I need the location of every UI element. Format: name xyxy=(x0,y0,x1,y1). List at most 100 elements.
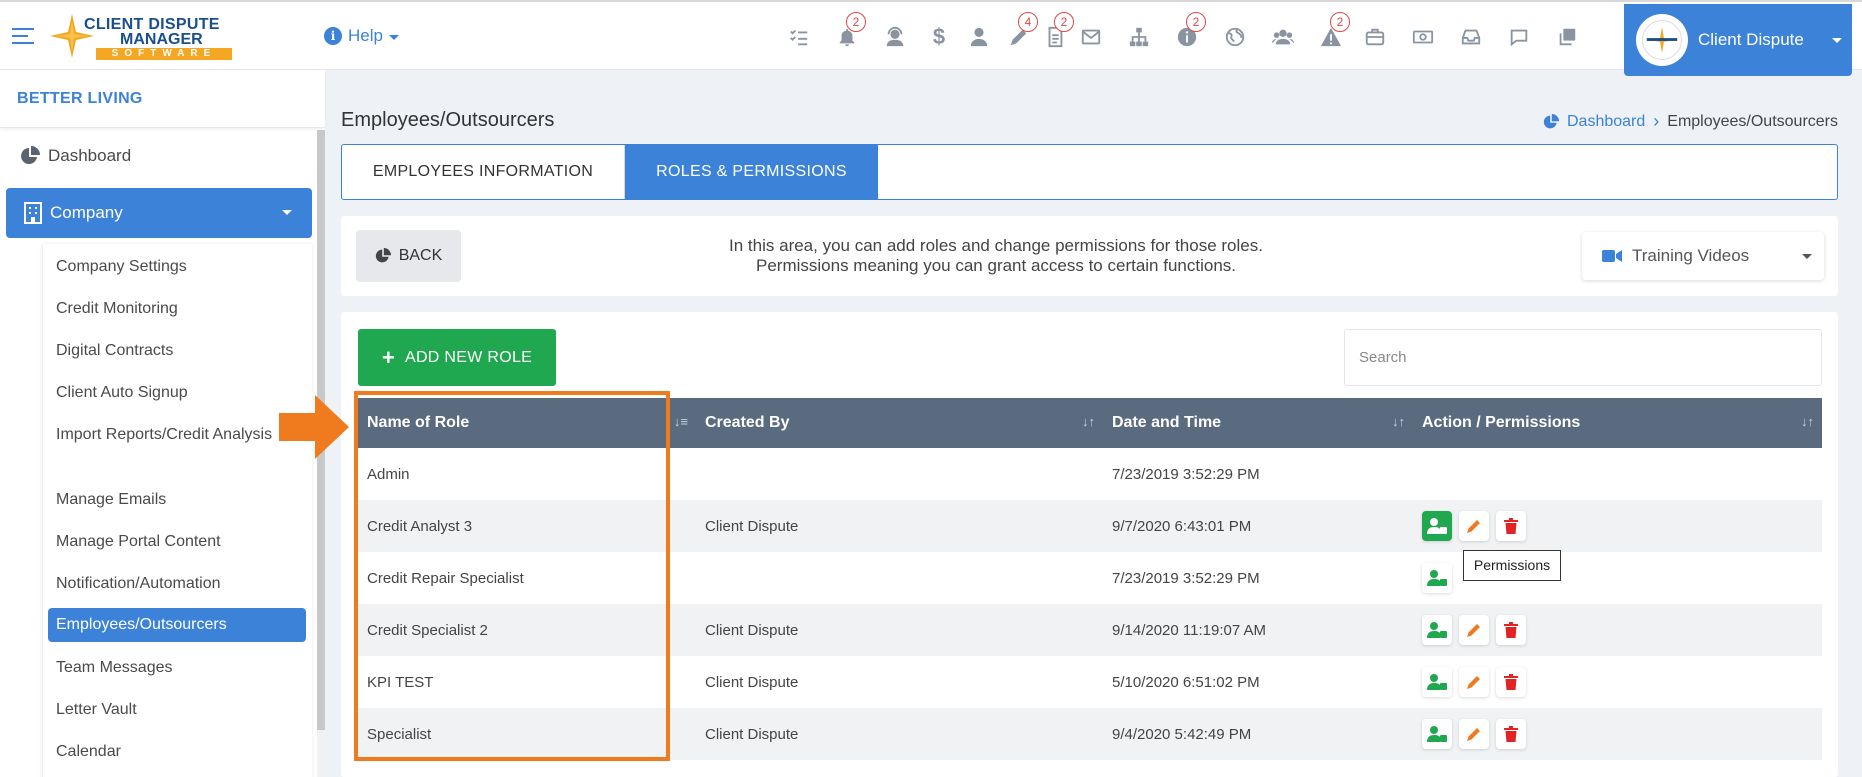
column-header-date[interactable]: Date and Time ↓↑ xyxy=(1103,398,1413,448)
submenu-item-notification-automation[interactable]: Notification/Automation xyxy=(56,573,301,595)
user-name: Client Dispute xyxy=(1698,30,1804,49)
sort-icon[interactable]: ↓↑ xyxy=(1392,414,1405,429)
column-header-actions[interactable]: Action / Permissions ↓↑ xyxy=(1413,398,1822,448)
sort-icon[interactable]: ↓≡ xyxy=(674,414,688,429)
submenu-item-company-settings[interactable]: Company Settings xyxy=(56,256,301,278)
user-icon[interactable] xyxy=(964,22,994,52)
trash-icon xyxy=(1504,622,1518,638)
delete-button[interactable] xyxy=(1496,719,1526,749)
breadcrumb: Dashboard › Employees/Outsourcers xyxy=(1543,111,1838,132)
permissions-button[interactable] xyxy=(1422,563,1452,593)
delete-button[interactable] xyxy=(1496,511,1526,541)
globe-icon[interactable] xyxy=(1220,22,1250,52)
document-icon[interactable]: 2 xyxy=(1040,12,1074,52)
info-icon[interactable]: 2 xyxy=(1172,12,1206,52)
sidebar-item-dashboard[interactable]: Dashboard xyxy=(20,146,131,166)
permissions-button[interactable] xyxy=(1422,511,1452,541)
inbox-icon[interactable] xyxy=(1456,22,1486,52)
edit-button[interactable] xyxy=(1459,511,1489,541)
add-new-role-label: ADD NEW ROLE xyxy=(404,348,533,366)
briefcase-icon[interactable] xyxy=(1360,22,1390,52)
delete-button[interactable] xyxy=(1496,667,1526,697)
pen-icon[interactable]: 4 xyxy=(1004,12,1038,52)
tasks-icon[interactable] xyxy=(784,22,814,52)
date-time: 7/23/2019 3:52:29 PM xyxy=(1112,465,1260,483)
training-videos-dropdown[interactable]: Training Videos xyxy=(1582,232,1824,280)
submenu-item-manage-portal-content[interactable]: Manage Portal Content xyxy=(56,531,301,553)
permissions-button[interactable] xyxy=(1422,615,1452,645)
breadcrumb-home-link[interactable]: Dashboard xyxy=(1567,113,1645,131)
chevron-down-icon xyxy=(282,210,292,215)
chevron-right-icon: › xyxy=(1653,111,1660,131)
created-by: Client Dispute xyxy=(705,673,799,691)
chevron-down-icon xyxy=(1832,38,1842,43)
warning-icon[interactable]: 2 xyxy=(1316,12,1350,52)
submenu-item-manage-emails[interactable]: Manage Emails xyxy=(56,489,301,511)
permissions-tooltip: Permissions xyxy=(1463,550,1561,581)
company-submenu: Company Settings Credit Monitoring Digit… xyxy=(42,244,312,777)
back-button[interactable]: BACK xyxy=(356,230,461,282)
hamburger-menu-icon[interactable] xyxy=(12,28,34,44)
actions-cell xyxy=(1413,500,1822,552)
sidebar: BETTER LIVING Dashboard Company Company … xyxy=(0,70,325,777)
help-menu[interactable]: i Help xyxy=(324,26,399,46)
permissions-button[interactable] xyxy=(1422,667,1452,697)
permissions-button[interactable] xyxy=(1422,719,1452,749)
info-icon: i xyxy=(324,27,342,45)
submenu-item-client-auto-signup[interactable]: Client Auto Signup xyxy=(56,382,301,404)
column-header-created-by[interactable]: Created By ↓↑ xyxy=(696,398,1103,448)
edit-button[interactable] xyxy=(1459,719,1489,749)
search-input[interactable] xyxy=(1344,329,1822,386)
add-new-role-button[interactable]: + ADD NEW ROLE xyxy=(358,329,556,386)
support-agent-icon[interactable] xyxy=(880,22,910,52)
created-by: Client Dispute xyxy=(705,517,799,535)
logo-line2: MANAGER xyxy=(120,31,203,48)
sitemap-icon[interactable] xyxy=(1124,22,1154,52)
money-icon[interactable] xyxy=(1408,22,1438,52)
edit-button[interactable] xyxy=(1459,667,1489,697)
pie-chart-icon xyxy=(1543,113,1559,128)
actions-cell xyxy=(1413,448,1822,500)
edit-button[interactable] xyxy=(1459,615,1489,645)
sidebar-item-label: Company xyxy=(50,203,123,222)
copy-icon[interactable] xyxy=(1552,22,1582,52)
submenu-item-calendar[interactable]: Calendar xyxy=(56,741,301,763)
submenu-item-team-messages[interactable]: Team Messages xyxy=(56,657,301,679)
sidebar-item-company[interactable]: Company xyxy=(6,188,312,238)
info-line-2: Permissions meaning you can grant access… xyxy=(755,256,1237,275)
chat-icon[interactable] xyxy=(1504,22,1534,52)
delete-button[interactable] xyxy=(1496,615,1526,645)
submenu-item-import-reports[interactable]: Import Reports/Credit Analysis xyxy=(56,424,301,446)
submenu-item-letter-vault[interactable]: Letter Vault xyxy=(56,699,301,721)
notification-badge: 2 xyxy=(1186,12,1206,32)
user-menu-button[interactable]: Client Dispute xyxy=(1624,4,1852,76)
breadcrumb-current: Employees/Outsourcers xyxy=(1667,112,1838,130)
user-lock-icon xyxy=(1427,518,1447,534)
user-lock-icon xyxy=(1427,622,1447,638)
tab-roles-permissions[interactable]: ROLES & PERMISSIONS xyxy=(625,145,878,199)
tabs-bar: EMPLOYEES INFORMATION ROLES & PERMISSION… xyxy=(341,144,1838,200)
submenu-item-employees-outsourcers[interactable]: Employees/Outsourcers xyxy=(48,608,306,642)
date-time: 9/4/2020 5:42:49 PM xyxy=(1112,725,1252,743)
submenu-item-digital-contracts[interactable]: Digital Contracts xyxy=(56,340,301,362)
submenu-item-credit-monitoring[interactable]: Credit Monitoring xyxy=(56,298,301,320)
dollar-icon[interactable]: $ xyxy=(924,22,954,52)
tab-employees-information[interactable]: EMPLOYEES INFORMATION xyxy=(342,145,625,199)
users-icon[interactable] xyxy=(1268,22,1298,52)
app-logo[interactable]: CLIENT DISPUTE MANAGER SOFTWARE xyxy=(50,14,232,60)
mail-icon[interactable] xyxy=(1076,22,1106,52)
trash-icon xyxy=(1504,674,1518,690)
sort-icon[interactable]: ↓↑ xyxy=(1082,414,1095,429)
sort-icon[interactable]: ↓↑ xyxy=(1801,414,1814,429)
date-time: 9/14/2020 11:19:07 AM xyxy=(1112,621,1267,639)
chevron-down-icon xyxy=(388,34,399,40)
arrow-right-icon xyxy=(279,395,349,459)
sidebar-item-label: Dashboard xyxy=(48,146,132,165)
training-videos-label: Training Videos xyxy=(1632,246,1750,265)
info-text: In this area, you can add roles and chan… xyxy=(671,236,1321,276)
highlight-box xyxy=(354,391,670,761)
bell-icon[interactable]: 2 xyxy=(832,12,866,52)
chevron-down-icon xyxy=(1802,254,1812,259)
actions-cell xyxy=(1413,604,1822,656)
date-time: 9/7/2020 6:43:01 PM xyxy=(1112,517,1252,535)
